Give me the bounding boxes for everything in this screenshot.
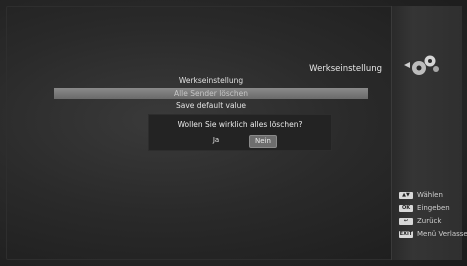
legend-label: Zurück	[417, 217, 442, 225]
back-icon: ↩	[399, 217, 413, 225]
confirm-dialog: Wollen Sie wirklich alles löschen? Ja Ne…	[148, 114, 332, 151]
menu-item-save-default[interactable]: Save default value	[54, 100, 368, 111]
legend-label: Menü Verlassen	[417, 230, 467, 238]
legend-back: ↩ Zurück	[399, 216, 441, 226]
no-button[interactable]: Nein	[249, 135, 277, 148]
legend-exit: EXIT Menü Verlassen	[399, 229, 467, 239]
yes-button[interactable]: Ja	[207, 135, 225, 146]
menu-item-delete-all-channels[interactable]: Alle Sender löschen	[54, 88, 368, 99]
page-title: Werkseinstellung	[309, 64, 382, 74]
menu-item-factory-reset[interactable]: Werkseinstellung	[54, 75, 368, 86]
legend-label: Eingeben	[417, 204, 450, 212]
legend-enter: OK Eingeben	[399, 203, 450, 213]
up-down-icon: ▲▼	[399, 191, 413, 199]
dialog-message: Wollen Sie wirklich alles löschen?	[177, 120, 303, 129]
ok-icon: OK	[399, 204, 413, 212]
legend-label: Wählen	[417, 191, 443, 199]
exit-icon: EXIT	[399, 230, 413, 238]
legend-select: ▲▼ Wählen	[399, 190, 443, 200]
gears-icon	[404, 55, 439, 75]
